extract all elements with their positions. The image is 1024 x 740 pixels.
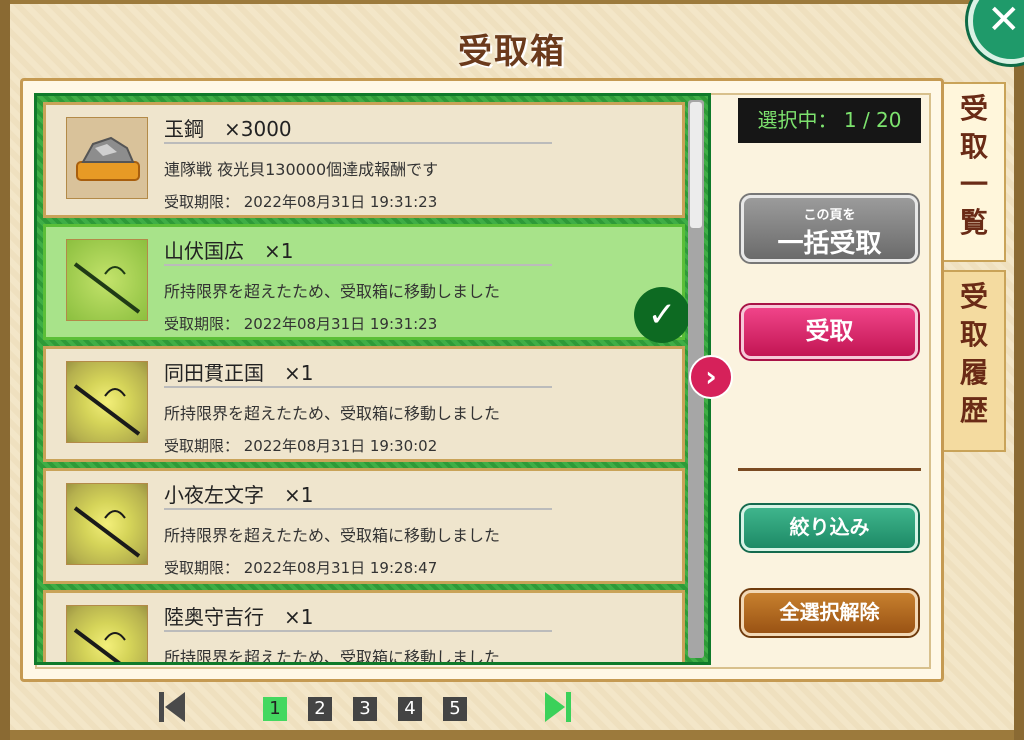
page-1-button[interactable]: 1 — [263, 697, 287, 721]
tab-receive-list[interactable]: 受取一覧 — [944, 82, 1006, 262]
item-description: 所持限界を超えたため、受取箱に移動しました — [164, 526, 501, 545]
first-page-button[interactable] — [159, 690, 185, 724]
item-description: 連隊戦 夜光貝130000個達成報酬です — [164, 160, 439, 179]
sword-icon — [66, 483, 148, 565]
list-item-selected[interactable]: 山伏国広 ×1 所持限界を超えたため、受取箱に移動しました 受取期限： 2022… — [43, 224, 690, 343]
list-item[interactable]: 陸奥守吉行 ×1 所持限界を超えたため、受取箱に移動しました — [43, 590, 685, 665]
item-expiry: 受取期限： 2022年08月31日 19:30:02 — [164, 437, 438, 455]
list-item[interactable]: 同田貫正国 ×1 所持限界を超えたため、受取箱に移動しました 受取期限： 202… — [43, 346, 685, 462]
filter-button[interactable]: 絞り込み — [741, 505, 918, 551]
page-title: 受取箱 — [458, 32, 566, 72]
page-2-button[interactable]: 2 — [308, 697, 332, 721]
chevron-right-icon[interactable]: › — [689, 355, 733, 399]
item-expiry: 受取期限： 2022年08月31日 19:31:23 — [164, 193, 438, 211]
item-description: 所持限界を超えたため、受取箱に移動しました — [164, 404, 501, 423]
item-name: 陸奥守吉行 ×1 — [164, 605, 314, 629]
list-item[interactable]: 小夜左文字 ×1 所持限界を超えたため、受取箱に移動しました 受取期限： 202… — [43, 468, 685, 584]
item-name: 小夜左文字 ×1 — [164, 483, 314, 507]
sword-icon — [66, 361, 148, 443]
page-4-button[interactable]: 4 — [398, 697, 422, 721]
scrollbar-thumb[interactable] — [690, 102, 702, 228]
last-page-button[interactable] — [545, 690, 571, 724]
sword-icon — [66, 239, 148, 321]
list-item[interactable]: 玉鋼 ×3000 連隊戦 夜光貝130000個達成報酬です 受取期限： 2022… — [43, 102, 685, 218]
deselect-all-button[interactable]: 全選択解除 — [741, 590, 918, 636]
item-description: 所持限界を超えたため、受取箱に移動しました — [164, 282, 501, 301]
item-name: 同田貫正国 ×1 — [164, 361, 314, 385]
page-3-button[interactable]: 3 — [353, 697, 377, 721]
checkmark-icon: ✓ — [634, 287, 690, 343]
divider — [738, 468, 921, 471]
item-list: 玉鋼 ×3000 連隊戦 夜光貝130000個達成報酬です 受取期限： 2022… — [34, 93, 711, 665]
page-5-button[interactable]: 5 — [443, 697, 467, 721]
close-icon: ✕ — [987, 0, 1021, 43]
tab-receive-history[interactable]: 受取履歴 — [944, 270, 1006, 452]
receive-button[interactable]: 受取 — [741, 305, 918, 359]
selection-counter: 選択中： 1 / 20 — [738, 98, 921, 143]
ore-icon — [66, 117, 148, 199]
bulk-receive-button[interactable]: この頁を 一括受取 — [741, 195, 918, 262]
item-name: 山伏国広 ×1 — [164, 239, 294, 263]
item-name: 玉鋼 ×3000 — [164, 117, 292, 141]
item-expiry: 受取期限： 2022年08月31日 19:31:23 — [164, 315, 438, 333]
item-description: 所持限界を超えたため、受取箱に移動しました — [164, 648, 501, 665]
item-expiry: 受取期限： 2022年08月31日 19:28:47 — [164, 559, 438, 577]
sword-icon — [66, 605, 148, 662]
